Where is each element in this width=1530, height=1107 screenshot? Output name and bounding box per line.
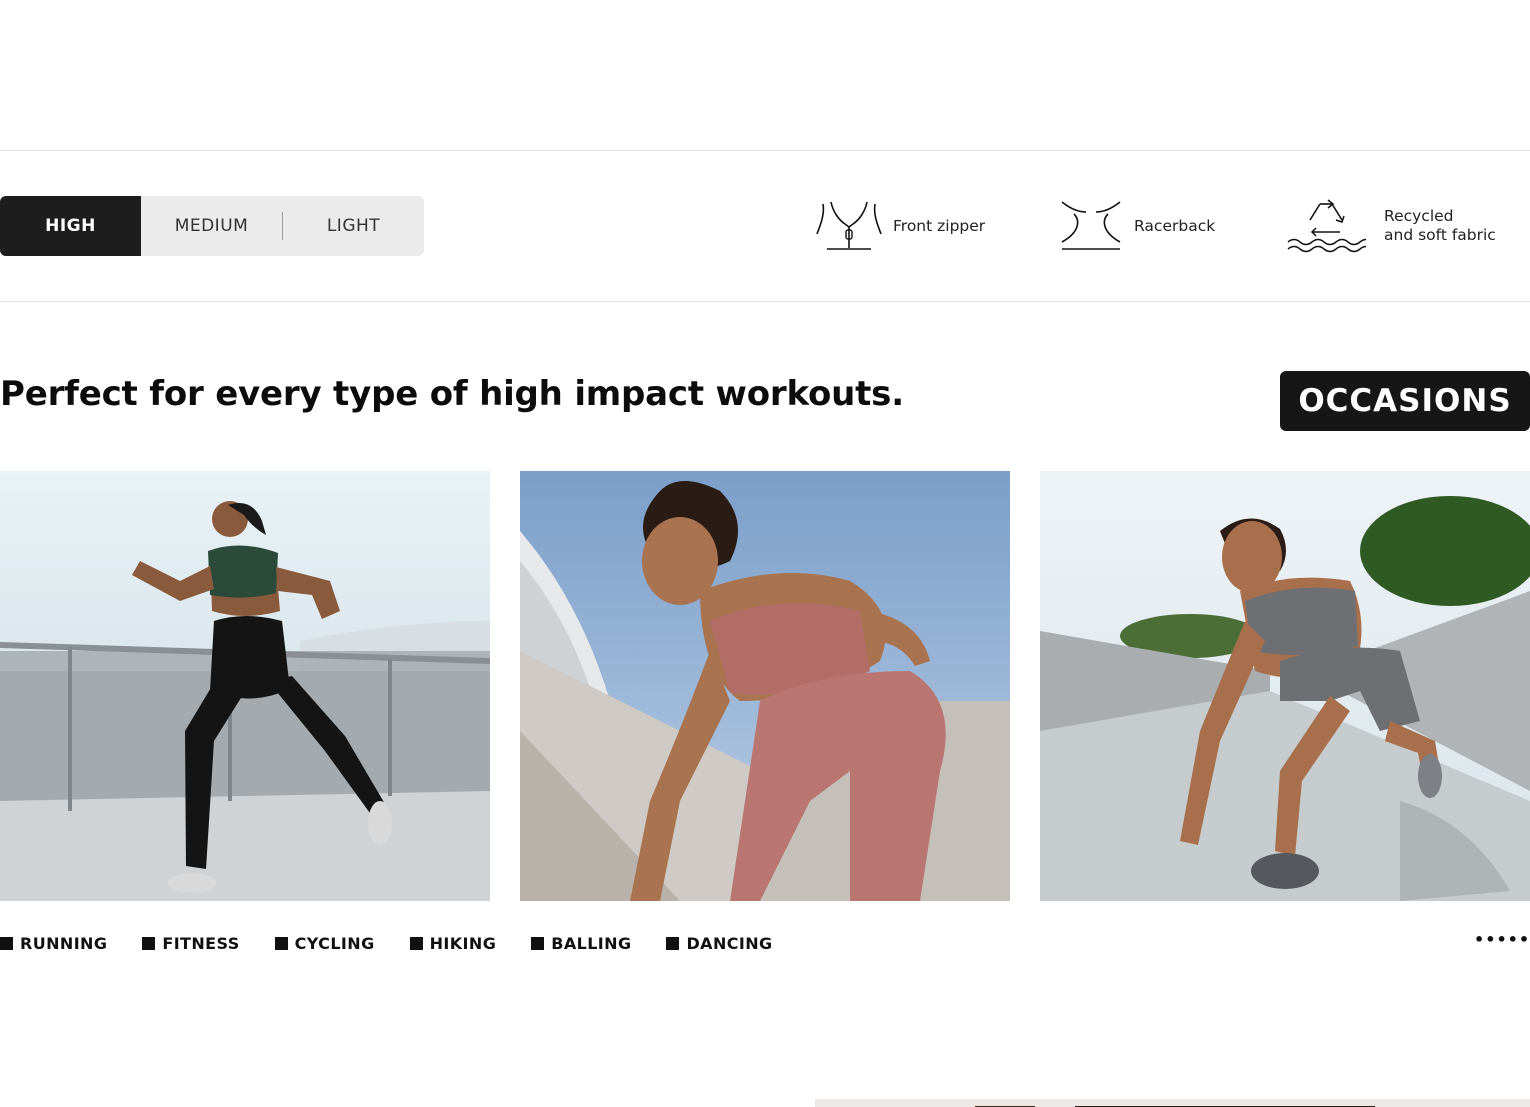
square-bullet-icon (531, 936, 545, 950)
activity-tag-hiking[interactable]: HIKING (409, 933, 497, 953)
activity-label: RUNNING (20, 933, 108, 953)
feature-label: Racerback (1134, 216, 1216, 235)
stretching-woman-photo[interactable] (520, 471, 1010, 901)
activity-tag-balling[interactable]: BALLING (531, 934, 631, 953)
impact-option-high[interactable]: HIGH (0, 196, 141, 256)
impact-option-light[interactable]: LIGHT (283, 196, 424, 256)
square-bullet-icon (666, 936, 680, 950)
square-bullet-icon (142, 936, 156, 950)
activity-tag-fitness[interactable]: FITNESS (142, 934, 239, 953)
features-divider (0, 301, 1530, 302)
activity-tag-cycling[interactable]: CYCLING (274, 933, 375, 953)
next-section-image (815, 1099, 1530, 1107)
front-zipper-icon (816, 201, 882, 250)
square-bullet-icon (0, 936, 13, 950)
feature-racerback: Racerback (1058, 200, 1215, 252)
activity-tag-dancing[interactable]: DANCING (666, 934, 772, 953)
section-headline: Perfect for every type of high impact wo… (0, 374, 904, 414)
activity-tags: RUNNING FITNESS CYCLING HIKING BALLING D… (0, 931, 808, 955)
recycle-icon (1287, 199, 1366, 253)
activity-label: CYCLING (294, 933, 375, 953)
feature-recycled-fabric: Recycled and soft fabric (1286, 198, 1496, 254)
square-bullet-icon (274, 936, 288, 950)
impact-option-medium[interactable]: MEDIUM (141, 196, 282, 256)
more-activities-indicator[interactable]: •••••• (1474, 930, 1530, 949)
racerback-icon (1061, 201, 1121, 250)
activity-label: FITNESS (162, 933, 240, 953)
running-woman-photo[interactable] (0, 471, 490, 901)
top-divider (0, 150, 1530, 151)
activity-label: BALLING (551, 933, 632, 953)
feature-label: Front zipper (893, 216, 986, 235)
impact-level-selector: HIGH MEDIUM LIGHT (0, 196, 424, 256)
activity-tag-running[interactable]: RUNNING (0, 934, 107, 953)
occasions-badge: OCCASIONS (1280, 371, 1530, 431)
feature-label: Recycled and soft fabric (1384, 207, 1496, 245)
feature-front-zipper: Front zipper (815, 200, 985, 252)
square-bullet-icon (409, 936, 423, 950)
feature-label-line2: and soft fabric (1384, 226, 1496, 244)
feature-label-line1: Recycled (1384, 207, 1454, 225)
lunging-woman-photo[interactable] (1040, 471, 1530, 901)
activity-label: HIKING (429, 933, 497, 953)
activity-label: DANCING (686, 933, 773, 953)
